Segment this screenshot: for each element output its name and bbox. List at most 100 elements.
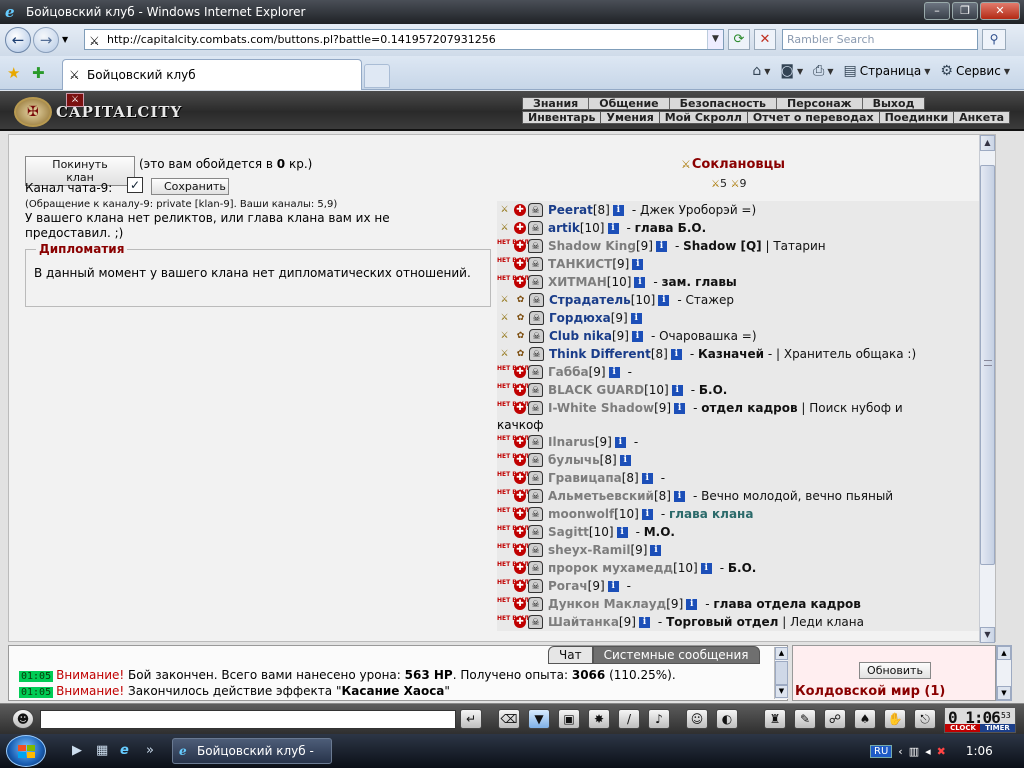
hand-icon[interactable]: ✋ [884, 709, 906, 729]
page-menu[interactable]: ▤ Страница ▼ [844, 63, 931, 79]
sub-menu-item[interactable]: Мой Скролл [658, 112, 747, 124]
speaker-icon[interactable]: ♪ [648, 709, 670, 729]
favorites-star-icon[interactable]: ★ [7, 64, 20, 82]
add-favorite-icon[interactable]: ✚ [32, 64, 45, 82]
smiley-icon[interactable]: ☺ [686, 709, 708, 729]
stop-icon[interactable]: ✕ [754, 29, 776, 50]
private-slash-icon[interactable]: / [618, 709, 640, 729]
show-desktop-icon[interactable]: ▦ [96, 743, 108, 758]
close-button[interactable]: ✕ [980, 2, 1020, 20]
member-name-link[interactable]: Sagitt [548, 525, 589, 539]
info-icon[interactable]: i [670, 348, 682, 360]
avatar-head-icon[interactable]: ☻ [12, 709, 34, 729]
eraser-icon[interactable]: ⌫ [498, 709, 520, 729]
member-name-link[interactable]: Shadow King [548, 239, 636, 253]
scroll-thumb[interactable] [980, 165, 995, 565]
handshake-icon[interactable]: ☍ [824, 709, 846, 729]
member-name-link[interactable]: Think Different [549, 347, 651, 361]
info-icon[interactable]: i [673, 490, 685, 502]
info-icon[interactable]: i [658, 294, 670, 306]
forward-button[interactable]: → [33, 27, 59, 53]
info-icon[interactable]: i [650, 544, 662, 556]
sub-menu-item[interactable]: Инвентарь [523, 112, 600, 124]
chat-channel-checkbox[interactable]: ✓ [127, 177, 143, 193]
info-icon[interactable]: i [638, 616, 650, 628]
bag-icon[interactable]: ♠ [854, 709, 876, 729]
info-icon[interactable]: i [631, 330, 643, 342]
feeds-button[interactable]: ◙ ▼ [780, 63, 803, 79]
info-icon[interactable]: i [686, 598, 698, 610]
sub-menu-item[interactable]: Анкета [953, 112, 1009, 124]
info-icon[interactable]: i [608, 366, 620, 378]
member-name-link[interactable]: I-White Shadow [548, 401, 654, 415]
member-name-link[interactable]: ХИТМАН [548, 275, 607, 289]
member-name-link[interactable]: Peerat [548, 203, 593, 217]
member-name-link[interactable]: artik [548, 221, 580, 235]
member-name-link[interactable]: Страдатель [549, 293, 631, 307]
search-input[interactable]: Rambler Search [782, 29, 978, 50]
info-icon[interactable]: i [671, 384, 683, 396]
tab-chat[interactable]: Чат [548, 646, 593, 664]
sub-menu-item[interactable]: Отчет о переводах [746, 112, 879, 124]
top-menu-item[interactable]: Безопасность [670, 98, 777, 110]
send-icon[interactable]: ↵ [460, 709, 482, 729]
address-field[interactable]: ⚔ http://capitalcity.combats.com/buttons… [84, 29, 724, 50]
top-menu-item[interactable]: Общение [589, 98, 670, 110]
member-name-link[interactable]: Дункон Маклауд [548, 597, 666, 611]
chat-scrollbar[interactable]: ▲ ▼ [774, 647, 788, 699]
info-icon[interactable]: i [674, 402, 686, 414]
running-man-icon[interactable]: ✸ [588, 709, 610, 729]
info-icon[interactable]: i [619, 454, 631, 466]
tray-clock[interactable]: 1:06 [966, 744, 993, 758]
info-icon[interactable]: i [634, 276, 646, 288]
info-icon[interactable]: i [641, 508, 653, 520]
member-name-link[interactable]: Club nika [549, 329, 612, 343]
tray-expand-icon[interactable]: ‹ [898, 745, 902, 758]
scroll-up-icon[interactable]: ▲ [980, 135, 995, 151]
scroll-down-icon[interactable]: ▼ [980, 627, 995, 643]
gift-icon[interactable]: ♜ [764, 709, 786, 729]
history-dropdown-icon[interactable]: ▼ [62, 35, 68, 44]
exit-icon[interactable]: ⎋ [914, 709, 936, 729]
member-name-link[interactable]: moonwolf [548, 507, 614, 521]
info-icon[interactable]: i [614, 436, 626, 448]
info-icon[interactable]: i [616, 526, 628, 538]
quicklaunch-expand-icon[interactable]: » [146, 743, 154, 758]
scroll-icon[interactable]: ✎ [794, 709, 816, 729]
print-button[interactable]: ⎙ ▼ [813, 63, 833, 79]
taskbar-ie-window[interactable]: e Бойцовский клуб - Wi... [172, 738, 332, 764]
sub-menu-item[interactable]: Поединки [878, 112, 954, 124]
filter-icon[interactable]: ▼ [528, 709, 550, 729]
info-icon[interactable]: i [607, 580, 619, 592]
maximize-button[interactable]: ❐ [952, 2, 978, 20]
member-name-link[interactable]: Альметьевский [548, 489, 654, 503]
service-menu[interactable]: ⚙ Сервис ▼ [940, 63, 1010, 79]
info-icon[interactable]: i [630, 312, 642, 324]
network-icon[interactable]: ▥ [909, 745, 919, 758]
media-player-icon[interactable]: ▶ [72, 743, 82, 758]
member-name-link[interactable]: Габба [548, 365, 589, 379]
member-name-link[interactable]: Гравицапа [548, 471, 622, 485]
refresh-button[interactable]: Обновить [859, 662, 931, 679]
face-icon[interactable]: ◐ [716, 709, 738, 729]
new-tab-button[interactable] [364, 64, 390, 88]
info-icon[interactable]: i [607, 222, 619, 234]
page-scrollbar[interactable]: ▲ ▼ [979, 135, 995, 643]
member-name-link[interactable]: sheyx-Ramil [548, 543, 630, 557]
info-icon[interactable]: i [632, 258, 644, 270]
location-scrollbar[interactable]: ▲ ▼ [996, 645, 1012, 701]
info-icon[interactable]: i [700, 562, 712, 574]
member-name-link[interactable]: пророк мухамедд [548, 561, 673, 575]
info-icon[interactable]: i [641, 472, 653, 484]
start-button[interactable] [6, 735, 46, 767]
member-name-link[interactable]: Рогач [548, 579, 588, 593]
language-indicator[interactable]: RU [870, 744, 893, 758]
top-menu-item[interactable]: Выход [863, 98, 925, 110]
info-icon[interactable]: i [612, 204, 624, 216]
member-name-link[interactable]: BLACK GUARD [548, 383, 644, 397]
info-icon[interactable]: i [655, 240, 667, 252]
tab-fight-club[interactable]: ⚔ Бойцовский клуб [62, 59, 362, 90]
member-name-link[interactable]: булычь [548, 453, 600, 467]
home-button[interactable]: ⌂ ▼ [752, 63, 770, 79]
minimize-button[interactable]: – [924, 2, 950, 20]
